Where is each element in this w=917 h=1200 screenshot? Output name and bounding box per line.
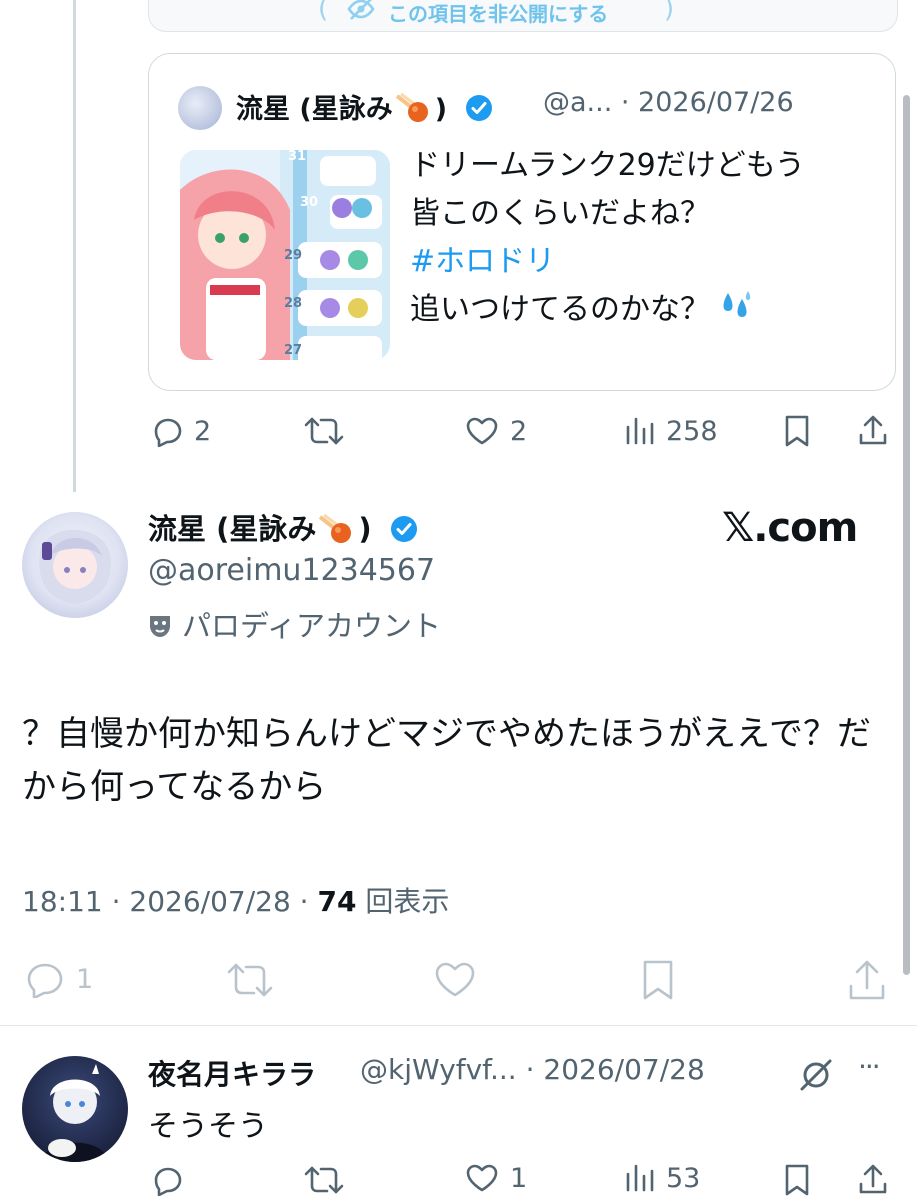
tweet-timestamp[interactable]: 18:11 · 2026/07/28 · [22,885,317,918]
grok-icon [798,1057,834,1093]
reply-button[interactable]: 1 [24,960,93,998]
verified-badge-icon [390,515,418,543]
thread-line [73,0,76,492]
reply-body: そうそう [148,1109,268,1144]
share-icon [857,413,889,449]
avatar[interactable] [178,86,222,130]
avatar[interactable] [22,1056,128,1162]
views-button[interactable]: 258 [624,415,718,447]
bookmark-button[interactable] [782,413,812,449]
retweet-button[interactable] [303,415,345,447]
thumb-level-label: 28 [284,296,303,311]
avatar[interactable] [22,512,128,618]
grok-button[interactable] [798,1057,834,1093]
paren-right: ) [664,0,675,24]
reply-handle-date: @kjWyfvf... · 2026/07/28 [360,1053,705,1086]
retweet-icon [303,415,345,447]
views-count: 258 [666,415,718,447]
view-count-label: 回表示 [356,885,450,918]
quoted-author-name[interactable]: 流星 (星詠み) [236,87,493,126]
paren-left: ( [318,0,329,24]
bookmark-button[interactable] [638,958,678,1002]
thumb-level-label: 30 [300,195,319,210]
reply-icon [24,960,66,998]
quoted-author-name-text: 流星 (星詠み [236,94,393,125]
hide-item-button[interactable]: ( この項目を非公開にする ) [318,0,678,30]
views-button[interactable]: 53 [624,1162,700,1194]
reply-author-name[interactable]: 夜名月キララ [148,1053,316,1093]
share-button[interactable] [857,413,889,449]
retweet-icon [303,1164,345,1196]
more-options-button[interactable]: ··· [858,1050,881,1083]
thumb-level-label: 31 [288,150,307,164]
quoted-text-line-last: 追いつけてるのかな？ [410,286,805,334]
retweet-button[interactable] [303,1164,345,1196]
share-icon [857,1162,889,1198]
reply-button[interactable]: 2 [150,415,211,447]
reply-icon [150,1164,184,1196]
like-button[interactable]: 2 [464,415,527,447]
like-count: 2 [510,415,528,447]
author-handle[interactable]: @aoreimu1234567 [148,553,435,588]
thumb-level-label: 29 [284,248,303,263]
scrollbar[interactable] [903,95,910,975]
tweet-body: ？自慢か何か知らんけどマジでやめたほうがええで？だから何ってなるから [22,714,871,807]
reply-count: 1 [76,963,94,995]
divider [0,1025,917,1026]
like-icon [464,1162,500,1194]
like-icon [464,415,500,447]
like-count: 1 [510,1162,528,1194]
hashtag-link[interactable]: #ホロドリ [410,238,805,286]
bookmark-icon [782,413,812,449]
quoted-tweet-text: ドリームランク29だけどもう 皆このくらいだよね？ #ホロドリ 追いつけてるのか… [410,142,805,334]
brand-logo: 𝕏.com [722,505,858,551]
verified-badge-icon [465,94,493,122]
quoted-handle-date: @a... · 2026/07/26 [543,87,794,118]
view-count: 74 [317,885,357,918]
bookmark-button[interactable] [782,1162,812,1198]
like-button[interactable] [433,960,477,1000]
author-name[interactable]: 流星 (星詠み) [148,506,418,548]
parody-account-text: パロディアカウント [182,609,441,643]
author-name-text: 流星 (星詠み [148,512,317,546]
bookmark-icon [638,958,678,1002]
sweat-drops-emoji-icon [718,289,754,323]
quoted-text-line: 追いつけてるのかな？ [410,292,710,327]
meteor-emoji-icon [395,92,429,124]
parody-mask-icon [148,613,172,639]
parody-account-label: パロディアカウント [148,603,441,645]
views-icon [624,1162,656,1194]
share-icon [846,958,888,1002]
reply-count: 2 [194,415,212,447]
like-icon [433,960,477,1000]
views-icon [624,415,656,447]
quoted-author-name-suffix: ) [434,94,448,125]
meteor-emoji-icon [318,513,352,545]
tweet-meta: 18:11 · 2026/07/28 · 74 回表示 [22,880,449,920]
share-button[interactable] [846,958,888,1002]
quoted-text-line: ドリームランク29だけどもう [410,148,805,183]
retweet-button[interactable] [225,960,275,1000]
thumb-level-label: 27 [284,343,303,358]
hide-item-label: この項目を非公開にする [388,2,609,26]
author-name-suffix: ) [358,512,372,546]
views-count: 53 [666,1162,701,1194]
share-button[interactable] [857,1162,889,1198]
like-button[interactable]: 1 [464,1162,527,1194]
reply-button[interactable] [150,1164,184,1196]
retweet-icon [225,960,275,1000]
bookmark-icon [782,1162,812,1198]
quoted-text-line: 皆このくらいだよね？ [410,196,710,231]
quoted-media-thumbnail[interactable]: 31 30 29 28 27 [180,150,390,360]
reply-icon [150,415,184,447]
eye-slash-icon [346,0,376,22]
